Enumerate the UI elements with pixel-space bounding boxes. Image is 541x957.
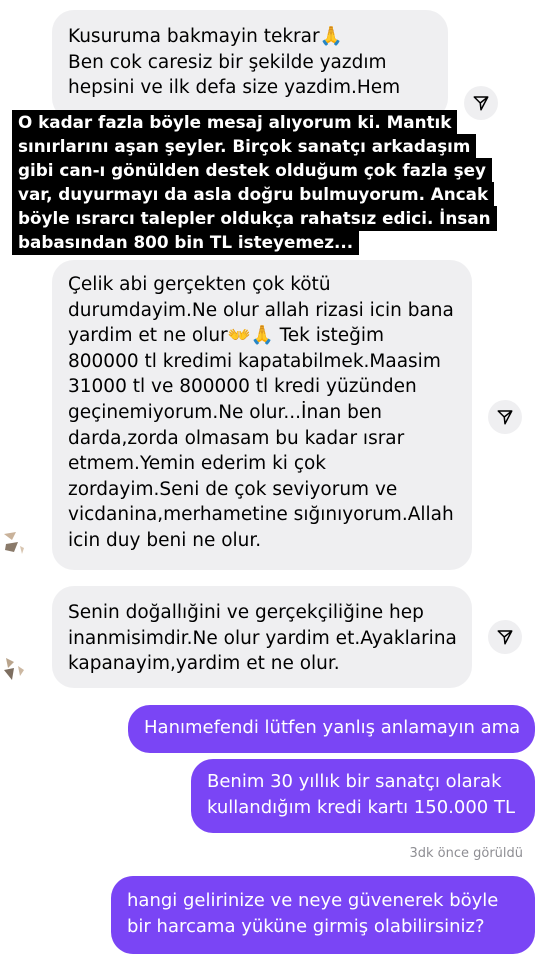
message-text: icin duy beni ne olur. — [68, 529, 262, 551]
share-icon — [497, 630, 513, 645]
share-icon — [473, 96, 489, 111]
message-text: 800000 tl kredimi kapatabilmek.Maasim — [68, 350, 441, 372]
message-text: vicdanina,merhametine sığınıyorum.Allah — [68, 504, 454, 526]
message-bubble-outgoing-3[interactable]: hangi gelirinize ve neye güvenerek böyle… — [111, 876, 535, 954]
message-text: hepsini ve ilk defa size yazdim.Hem — [68, 77, 401, 99]
message-bubble-incoming-2[interactable]: Çelik abi gerçekten çok kötü durumdayim.… — [52, 260, 472, 570]
message-text: zordayim.Seni de çok seviyorum ve — [68, 478, 398, 500]
message-text: Senin doğallığini ve gerçekçiliğine hep — [68, 602, 424, 623]
message-text: etmem.Yemin ederim ki çok — [68, 453, 327, 475]
message-text: kapanayim,yardim et ne olur. — [68, 653, 340, 675]
sender-avatar[interactable] — [2, 530, 24, 556]
message-bubble-incoming-1[interactable]: Kusuruma bakmayin tekrar🙏 Ben cok caresi… — [52, 10, 448, 120]
message-bubble-outgoing-1[interactable]: Hanımefendi lütfen yanlış anlamayın ama — [128, 705, 535, 753]
caption-line: var, duyurmayı da asla doğru bulmuyorum.… — [12, 182, 495, 207]
sender-avatar[interactable] — [2, 656, 24, 682]
share-button[interactable] — [488, 620, 522, 654]
share-icon — [497, 410, 513, 425]
message-text: kullandığım kredi kartı 150.000 TL — [207, 797, 515, 818]
message-text: Benim 30 yıllık bir sanatçı olarak — [207, 771, 502, 792]
caption-line: böyle ısrarcı talepler oldukça rahatsız … — [12, 206, 497, 231]
message-bubble-incoming-3[interactable]: Senin doğallığini ve gerçekçiliğine hep … — [52, 586, 472, 688]
caption-line: O kadar fazla böyle mesaj alıyorum ki. M… — [12, 110, 458, 135]
message-text: 31000 tl ve 800000 tl kredi yüzünden — [68, 376, 417, 398]
message-text: hangi gelirinize ve neye güvenerek böyle — [127, 890, 499, 911]
message-text: durumdayim.Ne olur allah rizasi icin ban… — [68, 299, 454, 321]
share-button[interactable] — [488, 400, 522, 434]
message-bubble-outgoing-2[interactable]: Benim 30 yıllık bir sanatçı olarak kulla… — [191, 759, 535, 833]
message-text: Kusuruma bakmayin tekrar🙏 — [68, 26, 343, 47]
caption-line: babasından 800 bin TL isteyemez... — [12, 230, 360, 255]
caption-line: sınırlarını aşan şeyler. Birçok sanatçı … — [12, 134, 477, 159]
share-button[interactable] — [464, 86, 498, 120]
message-text: darda,zorda olmasam bu kadar ısrar — [68, 427, 405, 449]
message-text: geçinemiyorum.Ne olur...İnan ben — [68, 401, 383, 423]
message-text: bir harcama yüküne girmiş olabilirsiniz? — [127, 916, 485, 937]
message-text: Çelik abi gerçekten çok kötü — [68, 274, 331, 295]
message-text: yardim et ne olur👐🙏 Tek isteğim — [68, 325, 385, 347]
seen-status: 3dk önce görüldü — [409, 846, 523, 861]
caption-line: gibi can-ı gönülden destek olduğum çok f… — [12, 158, 492, 183]
message-text: Ben cok caresiz bir şekilde yazdım — [68, 51, 387, 73]
message-text: Hanımefendi lütfen yanlış anlamayın ama — [144, 717, 521, 738]
message-text: inanmisimdir.Ne olur yardim et.Ayaklarin… — [68, 627, 457, 649]
